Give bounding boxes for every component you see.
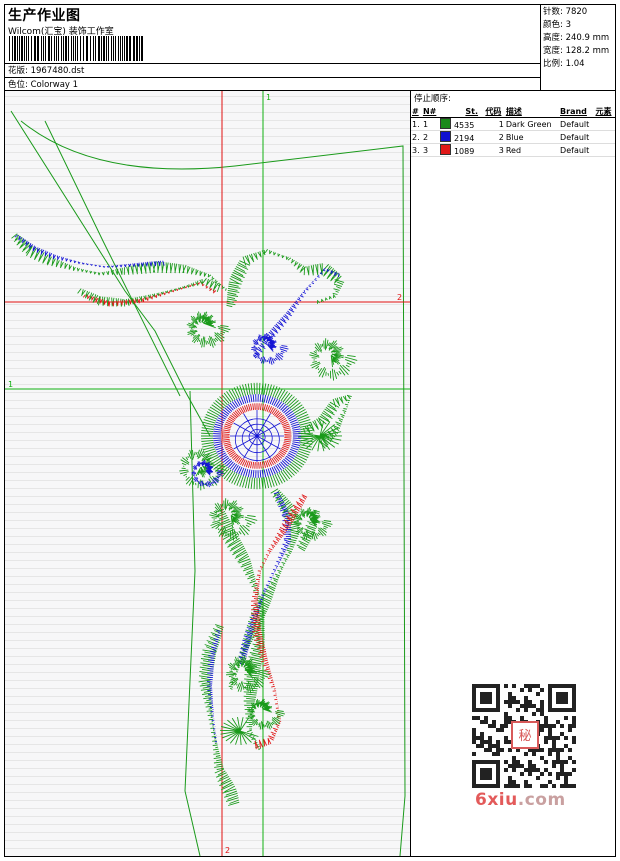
green-left-spiral [186,311,231,348]
blue-left-curl [191,459,224,488]
green-upper-swirl [226,248,345,308]
center-medallion [201,382,313,490]
stop-sequence-title: 停止顺序: [414,94,451,104]
table-row: 3. 3 1089 3 Red Default [411,143,615,157]
colorway-line: 色位: Colorway 1 [5,77,540,90]
design-canvas: 1 2 1 2 [5,91,411,856]
green-bottom-tail [198,624,240,806]
guide-lines [5,91,410,856]
guide-label-left: 1 [8,380,13,389]
blue-tail-top [14,234,165,268]
stat-colors: 颜色: 3 [543,20,571,30]
color-swatch [440,144,452,155]
stat-stitches: 针数: 7820 [543,7,588,17]
watermark-logo: 6xiu.com [475,790,566,810]
green-left-curl [179,448,227,491]
embroidery-stitches [11,233,358,806]
sheet-title: 生产作业图 [8,8,81,24]
blue-upper-swirl [252,267,340,358]
stat-height: 高度: 240.9 mm [543,33,610,43]
header-info: 生产作业图 Wilcom(汇宝) 装饰工作室 花版: 1967480.dst 色… [5,5,540,90]
stats-panel: 针数: 7820 颜色: 3 高度: 240.9 mm 宽度: 128.2 mm… [540,5,615,90]
table-row: 2. 2 2194 2 Blue Default [411,130,615,144]
stat-scale: 比例: 1.04 [543,59,585,69]
blue-center-spiral [251,332,289,365]
guide-label-right: 2 [397,293,402,302]
green-right-spiral [309,338,358,381]
sheet-header: 生产作业图 Wilcom(汇宝) 装饰工作室 花版: 1967480.dst 色… [5,5,615,91]
barcode-icon [9,36,143,61]
guide-label-bottom: 2 [225,846,230,855]
color-swatch [440,131,452,142]
embroidery-preview: 1 2 1 2 [5,91,410,856]
green-lower-right-curl [293,506,333,541]
guide-label-top: 1 [266,93,271,102]
design-file-line: 花版: 1967480.dst [5,63,540,76]
table-row: 1. 1 4535 1 Dark Green Default [411,117,615,131]
color-swatch [440,118,452,129]
qr-code-icon: 秘 [468,680,580,792]
seal-icon: 秘 [518,729,531,744]
stop-sequence-table: # N# St. 代码 描述 Brand 元素 1. 1 4535 1 Dark… [411,105,615,157]
green-lower-curl [209,498,258,541]
stat-width: 宽度: 128.2 mm [543,46,610,56]
table-header-row: # N# St. 代码 描述 Brand 元素 [411,105,615,118]
blue-lower-stem [238,491,291,665]
